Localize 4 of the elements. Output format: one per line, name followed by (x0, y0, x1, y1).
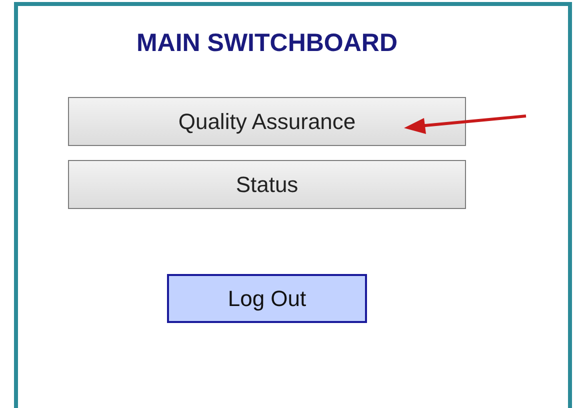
logout-button[interactable]: Log Out (167, 274, 367, 323)
menu-button[interactable]: Quality Assurance (68, 97, 466, 146)
form-title: MAIN SWITCHBOARD (135, 28, 399, 59)
menu-button[interactable]: Status (68, 160, 466, 209)
